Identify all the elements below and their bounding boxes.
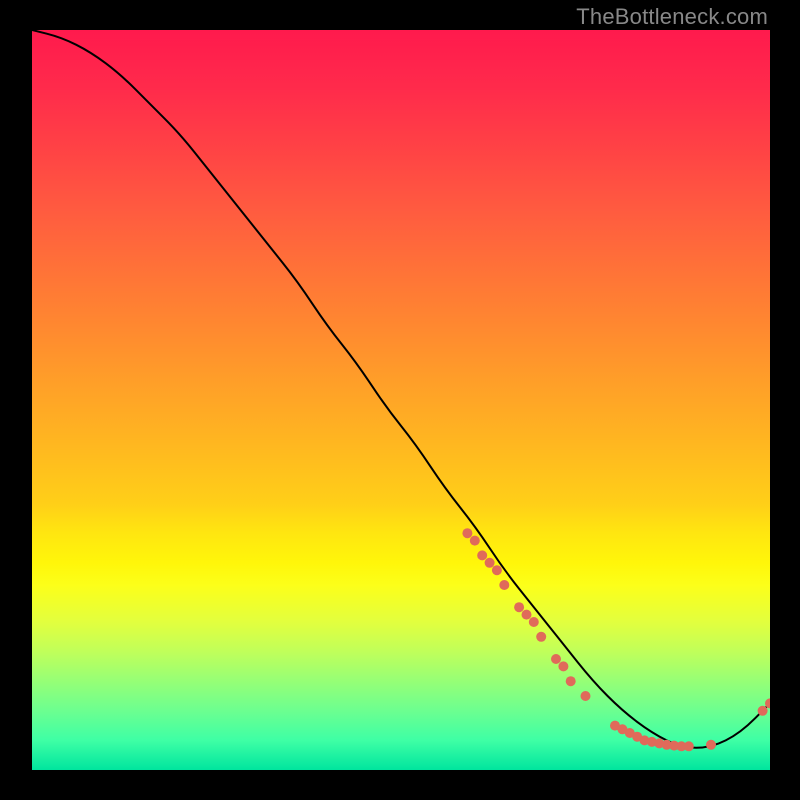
scatter-point [581, 691, 591, 701]
scatter-point [536, 632, 546, 642]
plot-area [32, 30, 770, 770]
bottleneck-curve [32, 30, 770, 748]
curve-layer [32, 30, 770, 770]
scatter-point [522, 610, 532, 620]
scatter-point [706, 740, 716, 750]
scatter-point [477, 550, 487, 560]
scatter-point [529, 617, 539, 627]
scatter-point [470, 536, 480, 546]
scatter-point [499, 580, 509, 590]
scatter-point [758, 706, 768, 716]
scatter-point [558, 661, 568, 671]
chart-container: TheBottleneck.com [0, 0, 800, 800]
scatter-point [485, 558, 495, 568]
scatter-points [462, 528, 770, 751]
watermark-text: TheBottleneck.com [576, 4, 768, 30]
scatter-point [566, 676, 576, 686]
scatter-point [684, 741, 694, 751]
scatter-point [492, 565, 502, 575]
scatter-point [551, 654, 561, 664]
scatter-point [514, 602, 524, 612]
scatter-point [462, 528, 472, 538]
